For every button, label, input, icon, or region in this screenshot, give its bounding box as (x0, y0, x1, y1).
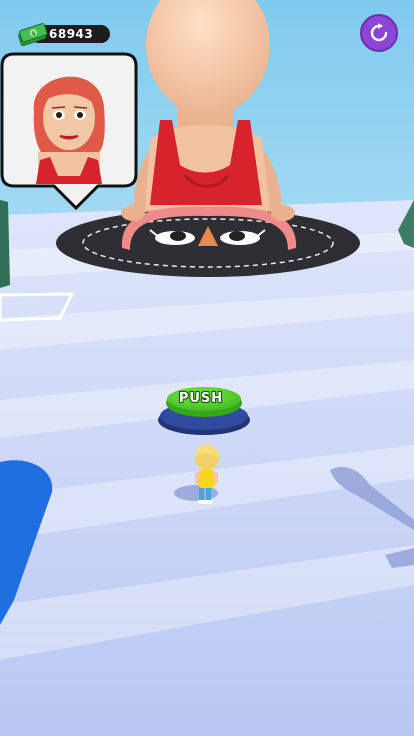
game-viewport: $ 68943 PUSH (0, 0, 414, 736)
target-portrait-bubble (0, 52, 138, 211)
cash-amount: 68943 (49, 27, 94, 41)
restart-button[interactable] (360, 14, 398, 52)
cash-stack-icon: $ (18, 23, 48, 46)
restart-icon (370, 23, 388, 42)
push-button[interactable]: PUSH (158, 391, 244, 406)
target-portrait (33, 76, 105, 184)
